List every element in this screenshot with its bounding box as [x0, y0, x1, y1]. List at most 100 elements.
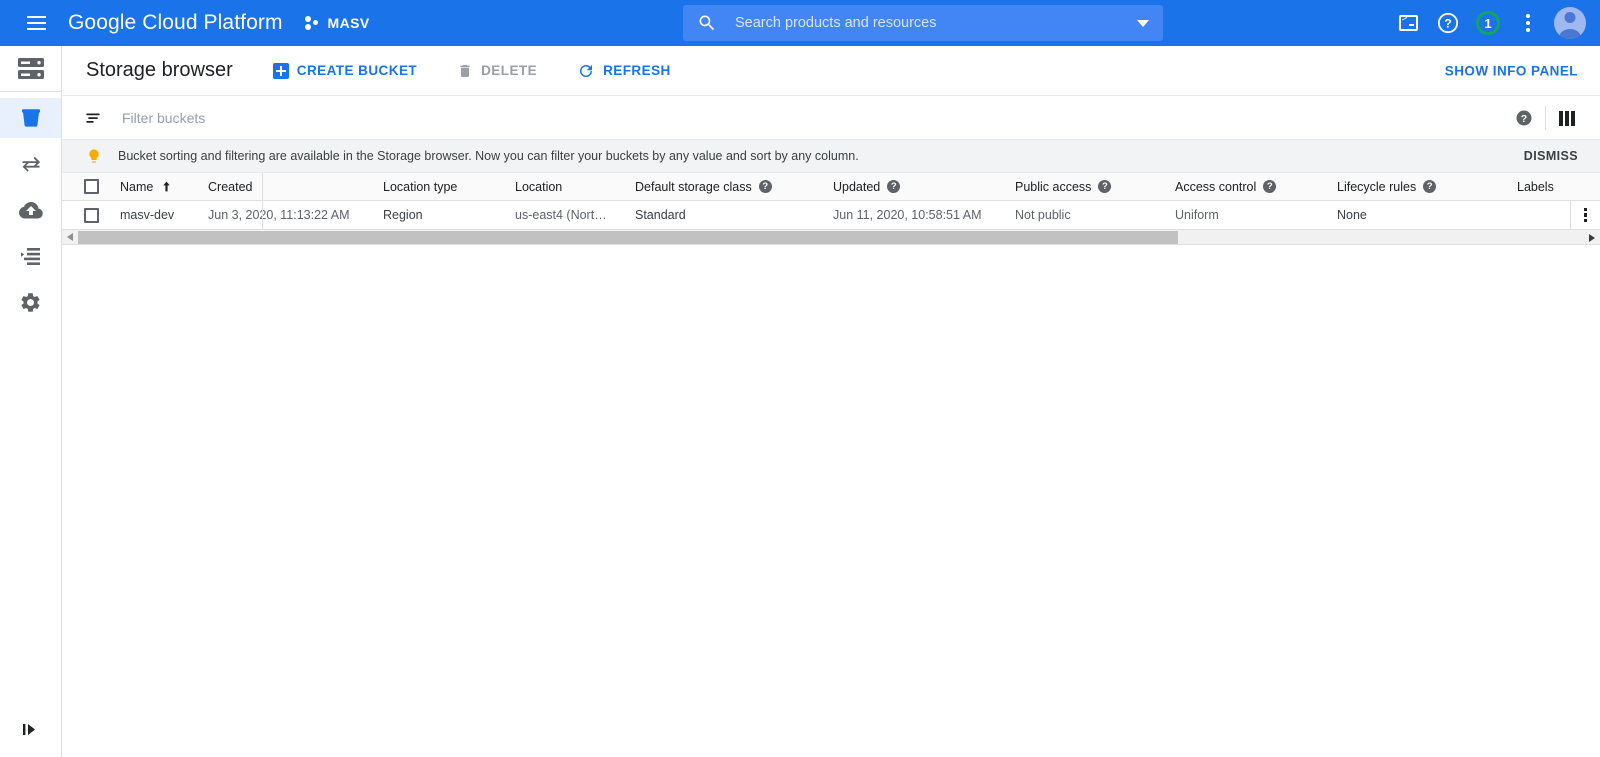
page-content: Storage browser CREATE BUCKET DELETE REF… — [62, 46, 1600, 757]
refresh-button[interactable]: REFRESH — [577, 62, 671, 80]
sidebar-item-transfer-for-on-premises[interactable] — [0, 190, 61, 230]
cloud-shell-button[interactable] — [1388, 0, 1428, 46]
column-display-button[interactable] — [1546, 96, 1588, 140]
column-header-created[interactable]: Created — [208, 180, 383, 194]
info-banner: Bucket sorting and filtering are availab… — [62, 140, 1600, 173]
column-header-access-control-label: Access control — [1175, 179, 1257, 194]
server-storage-icon — [17, 57, 44, 79]
plus-square-icon — [272, 62, 289, 79]
sidebar-item-settings[interactable] — [0, 282, 61, 322]
scroll-left-arrow-icon — [67, 233, 73, 241]
scrollbar-thumb[interactable] — [78, 230, 1178, 244]
list-detail-icon — [20, 248, 40, 265]
help-button[interactable]: ? — [1428, 0, 1468, 46]
search-bar[interactable] — [683, 5, 1163, 41]
cell-location-type: Region — [383, 208, 423, 222]
column-header-default-storage-class-label: Default storage class — [635, 179, 752, 194]
sidebar-item-storage-overview[interactable] — [0, 46, 61, 92]
row-checkbox[interactable] — [83, 207, 99, 223]
search-input[interactable] — [733, 14, 1123, 32]
page-title: Storage browser — [86, 59, 233, 81]
cell-access-control: Uniform — [1175, 208, 1219, 222]
cloud-shell-icon — [1398, 14, 1418, 31]
cell-default-storage-class: Standard — [635, 208, 686, 222]
lifecycle-rules-help-icon[interactable]: ? — [1423, 180, 1437, 193]
project-selector[interactable]: MASV — [304, 15, 370, 31]
scrollbar-track[interactable] — [78, 230, 1600, 245]
hamburger-menu-icon[interactable] — [12, 0, 60, 46]
table-header-row: Name Created Location type Location Defa… — [62, 173, 1600, 201]
cell-public-access: Not public — [1015, 208, 1071, 222]
more-options-button[interactable] — [1508, 0, 1548, 46]
filter-icon[interactable] — [84, 109, 102, 127]
default-storage-class-help-icon[interactable]: ? — [758, 180, 772, 193]
header-separator — [262, 173, 263, 200]
updated-help-icon[interactable]: ? — [887, 180, 901, 193]
delete-button[interactable]: DELETE — [457, 62, 537, 80]
user-avatar[interactable] — [1554, 7, 1586, 39]
refresh-icon — [580, 64, 593, 77]
sidebar-item-transfer[interactable] — [0, 144, 61, 184]
page-toolbar: Storage browser CREATE BUCKET DELETE REF… — [62, 46, 1600, 96]
buckets-table: Name Created Location type Location Defa… — [62, 173, 1600, 245]
column-header-updated[interactable]: Updated ? — [833, 180, 1015, 194]
column-header-labels[interactable]: Labels — [1517, 180, 1597, 194]
search-icon — [699, 15, 715, 31]
trash-icon — [460, 64, 470, 77]
sort-ascending-arrow-icon — [163, 181, 171, 192]
cloud-upload-icon — [18, 202, 43, 219]
sidebar-item-transfer-appliance[interactable] — [0, 236, 61, 276]
svg-text:?: ? — [1444, 17, 1451, 31]
bucket-icon — [21, 109, 40, 127]
cell-updated: Jun 11, 2020, 10:58:51 AM — [833, 208, 982, 222]
left-nav-rail — [0, 46, 62, 757]
select-all-checkbox[interactable] — [83, 179, 99, 194]
column-header-public-access-label: Public access — [1015, 179, 1092, 194]
scroll-right-arrow-icon — [1589, 233, 1595, 242]
search-dropdown-button[interactable] — [1123, 5, 1163, 41]
column-header-public-access[interactable]: Public access ? — [1015, 180, 1175, 194]
filter-row: ? — [62, 96, 1600, 140]
column-header-default-storage-class[interactable]: Default storage class ? — [635, 180, 833, 194]
top-header: Google Cloud Platform MASV ? 1 — [0, 0, 1600, 46]
column-header-location-type[interactable]: Location type — [383, 180, 515, 194]
column-header-labels-label: Labels — [1517, 179, 1554, 194]
filter-buckets-input[interactable] — [120, 108, 640, 127]
public-access-help-icon[interactable]: ? — [1098, 180, 1112, 193]
table-row[interactable]: masv-dev Jun 3, 2020, 11:13:22 AM Region… — [62, 201, 1600, 230]
banner-dismiss-button[interactable]: DISMISS — [1524, 149, 1578, 163]
select-all-cell — [62, 179, 120, 194]
sidebar-item-browser[interactable] — [0, 98, 61, 138]
transfer-arrows-icon — [22, 156, 40, 172]
column-header-location-label: Location — [515, 179, 563, 194]
help-icon: ? — [1437, 12, 1459, 34]
scroll-left-button[interactable] — [62, 230, 78, 245]
filter-row-actions: ? — [1503, 96, 1588, 140]
cell-created: Jun 3, 2020, 11:13:22 AM — [208, 208, 350, 222]
scroll-right-button[interactable] — [1584, 230, 1600, 245]
create-bucket-button[interactable]: CREATE BUCKET — [272, 62, 417, 79]
table-horizontal-scrollbar[interactable] — [62, 230, 1600, 245]
column-header-access-control[interactable]: Access control ? — [1175, 180, 1337, 194]
expand-panel-icon — [23, 724, 35, 735]
header-actions: ? 1 — [1388, 0, 1592, 46]
show-info-panel-button[interactable]: SHOW INFO PANEL — [1445, 63, 1578, 78]
column-header-lifecycle-rules[interactable]: Lifecycle rules ? — [1337, 180, 1517, 194]
gear-icon — [21, 292, 40, 312]
chevron-down-icon — [1137, 19, 1149, 27]
column-header-name[interactable]: Name — [120, 180, 208, 194]
notifications-button[interactable]: 1 — [1468, 0, 1508, 46]
cell-lifecycle-rules: None — [1337, 208, 1367, 222]
row-separator — [262, 201, 263, 229]
column-header-location-type-label: Location type — [383, 179, 458, 194]
filter-help-button[interactable]: ? — [1503, 96, 1545, 140]
row-more-options-icon — [1583, 207, 1588, 223]
row-more-options-button[interactable] — [1570, 201, 1600, 229]
svg-text:?: ? — [1521, 113, 1527, 125]
cell-bucket-name[interactable]: masv-dev — [120, 208, 208, 222]
access-control-help-icon[interactable]: ? — [1263, 180, 1277, 193]
column-header-location[interactable]: Location — [515, 180, 635, 194]
banner-text: Bucket sorting and filtering are availab… — [118, 149, 859, 163]
expand-panel-button[interactable] — [0, 709, 62, 749]
delete-label: DELETE — [481, 63, 538, 78]
